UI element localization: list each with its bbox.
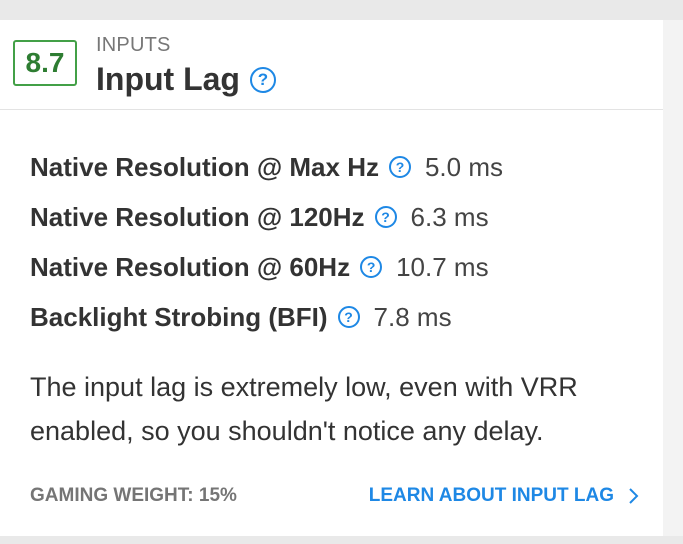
card-footer: GAMING WEIGHT: 15% LEARN ABOUT INPUT LAG	[30, 483, 640, 509]
metric-value: 6.3 ms	[410, 201, 489, 232]
metric-value: 10.7 ms	[396, 251, 489, 282]
category-label: INPUTS	[96, 34, 171, 56]
page-title: Input Lag	[96, 61, 240, 97]
title-row: Input Lag ?	[96, 61, 276, 98]
question-circle-icon[interactable]: ?	[388, 156, 411, 178]
score-card: 8.7 INPUTS Input Lag ? Native Resolution…	[0, 20, 663, 536]
score-badge: 8.7	[13, 40, 77, 86]
metric-label: Native Resolution @ 120Hz	[30, 201, 365, 232]
question-circle-icon[interactable]: ?	[374, 206, 397, 228]
description-text: The input lag is extremely low, even wit…	[30, 372, 578, 446]
learn-about-link[interactable]: LEARN ABOUT INPUT LAG	[369, 485, 640, 507]
question-circle-icon[interactable]: ?	[360, 256, 383, 278]
metric-row: Native Resolution @ 120Hz ? 6.3 ms	[30, 192, 503, 242]
question-circle-icon[interactable]: ?	[337, 306, 360, 328]
metric-value: 5.0 ms	[424, 151, 503, 182]
gaming-weight: GAMING WEIGHT: 15%	[30, 485, 237, 506]
metric-label: Backlight Strobing (BFI)	[30, 301, 328, 332]
learn-link-label: LEARN ABOUT INPUT LAG	[368, 485, 614, 506]
page-edge	[663, 20, 683, 536]
metric-row: Native Resolution @ Max Hz ? 5.0 ms	[30, 142, 503, 192]
metric-row: Native Resolution @ 60Hz ? 10.7 ms	[30, 242, 503, 292]
metric-row: Backlight Strobing (BFI) ? 7.8 ms	[30, 292, 503, 342]
metric-value: 7.8 ms	[373, 301, 452, 332]
card-header: 8.7 INPUTS Input Lag ?	[0, 20, 663, 110]
chevron-right-icon	[629, 488, 639, 504]
metrics-list: Native Resolution @ Max Hz ? 5.0 ms Nati…	[30, 142, 503, 342]
metric-label: Native Resolution @ 60Hz	[30, 251, 351, 282]
metric-label: Native Resolution @ Max Hz	[30, 151, 379, 182]
question-circle-icon[interactable]: ?	[249, 66, 276, 93]
